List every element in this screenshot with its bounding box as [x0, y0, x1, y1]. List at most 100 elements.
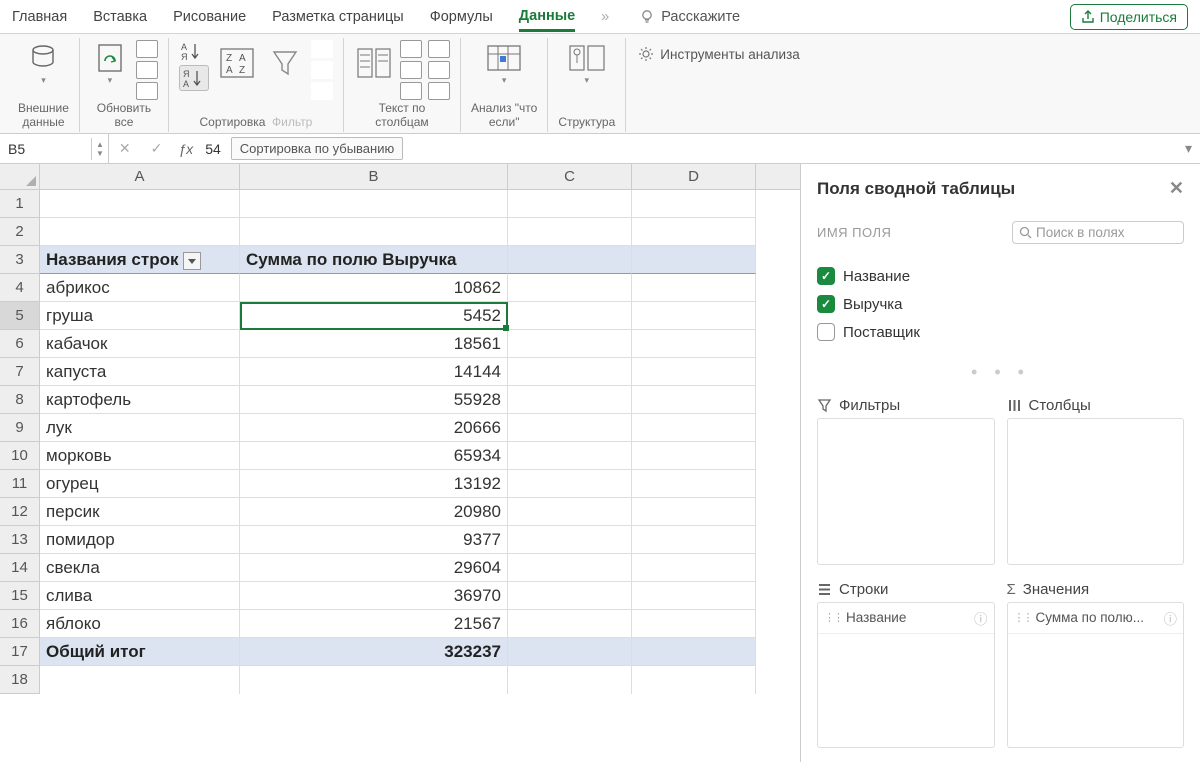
- cell[interactable]: [508, 358, 632, 386]
- tab-data[interactable]: Данные: [519, 2, 575, 32]
- row-header[interactable]: 6: [0, 330, 40, 358]
- datatools-small[interactable]: [400, 40, 422, 100]
- pivot-row-label[interactable]: помидор: [40, 526, 240, 554]
- checkbox-icon[interactable]: ✓: [817, 267, 835, 285]
- pivot-row-value[interactable]: 5452: [240, 302, 508, 330]
- pivot-row-label[interactable]: яблоко: [40, 610, 240, 638]
- row-header[interactable]: 13: [0, 526, 40, 554]
- cell[interactable]: [508, 470, 632, 498]
- rows-dropzone[interactable]: ⋮⋮Названиеⓘ: [817, 602, 995, 749]
- cell[interactable]: [632, 470, 756, 498]
- pivot-total-value[interactable]: 323237: [240, 638, 508, 666]
- pivot-row-label[interactable]: капуста: [40, 358, 240, 386]
- pivot-row-value[interactable]: 20666: [240, 414, 508, 442]
- field-item[interactable]: ✓Выручка: [817, 290, 1184, 318]
- text-to-columns-button[interactable]: [354, 40, 394, 86]
- row-header[interactable]: 17: [0, 638, 40, 666]
- info-icon[interactable]: ⓘ: [1164, 608, 1178, 628]
- values-dropzone[interactable]: ⋮⋮Сумма по полю...ⓘ: [1007, 602, 1185, 749]
- panel-drag-handle[interactable]: • • •: [817, 346, 1184, 393]
- row-header[interactable]: 9: [0, 414, 40, 442]
- fx-cancel-icon[interactable]: ✕: [109, 140, 141, 157]
- datatools-small2[interactable]: [428, 40, 450, 100]
- tell-me[interactable]: Расскажите: [639, 9, 740, 25]
- pivot-row-value[interactable]: 21567: [240, 610, 508, 638]
- checkbox-icon[interactable]: ✓: [817, 295, 835, 313]
- formula-bar-expand-icon[interactable]: ▾: [1177, 140, 1200, 157]
- rows-area[interactable]: Строки ⋮⋮Названиеⓘ: [817, 577, 995, 749]
- cell[interactable]: [632, 358, 756, 386]
- fx-icon[interactable]: ƒx: [172, 141, 199, 157]
- row-header[interactable]: 5: [0, 302, 40, 330]
- pivot-row-value[interactable]: 14144: [240, 358, 508, 386]
- pivot-row-label[interactable]: огурец: [40, 470, 240, 498]
- cell[interactable]: [508, 554, 632, 582]
- row-header[interactable]: 14: [0, 554, 40, 582]
- pivot-row-label[interactable]: кабачок: [40, 330, 240, 358]
- pivot-row-label[interactable]: персик: [40, 498, 240, 526]
- spreadsheet[interactable]: A B C D 1 2 3 Названия строк Сумма по по…: [0, 164, 800, 762]
- cell[interactable]: [632, 498, 756, 526]
- cells-area[interactable]: 1 2 3 Названия строк Сумма по полю Выруч…: [0, 190, 800, 694]
- row-header[interactable]: 2: [0, 218, 40, 246]
- pivot-value-header[interactable]: Сумма по полю Выручка: [240, 246, 508, 274]
- row-header[interactable]: 3: [0, 246, 40, 274]
- row-header[interactable]: 16: [0, 610, 40, 638]
- pivot-row-value[interactable]: 65934: [240, 442, 508, 470]
- fx-accept-icon[interactable]: ✓: [141, 140, 173, 157]
- analysis-tools-button[interactable]: Инструменты анализа: [636, 40, 802, 68]
- row-header[interactable]: 1: [0, 190, 40, 218]
- row-header[interactable]: 10: [0, 442, 40, 470]
- col-header-b[interactable]: B: [240, 164, 508, 189]
- pivot-row-label[interactable]: свекла: [40, 554, 240, 582]
- filter-extras[interactable]: [311, 40, 333, 100]
- cell[interactable]: [632, 274, 756, 302]
- field-item[interactable]: Поставщик: [817, 318, 1184, 346]
- area-item[interactable]: ⋮⋮Названиеⓘ: [818, 603, 994, 634]
- pivot-row-label[interactable]: картофель: [40, 386, 240, 414]
- info-icon[interactable]: ⓘ: [974, 608, 988, 628]
- tab-home[interactable]: Главная: [12, 3, 67, 31]
- col-header-a[interactable]: A: [40, 164, 240, 189]
- connections-small[interactable]: [136, 40, 158, 100]
- columns-dropzone[interactable]: [1007, 418, 1185, 565]
- pivot-row-value[interactable]: 20980: [240, 498, 508, 526]
- refresh-all-button[interactable]: ▾: [90, 40, 130, 86]
- row-header[interactable]: 7: [0, 358, 40, 386]
- cell[interactable]: [632, 386, 756, 414]
- area-item[interactable]: ⋮⋮Сумма по полю...ⓘ: [1008, 603, 1184, 634]
- panel-close-icon[interactable]: ✕: [1169, 178, 1184, 199]
- row-header[interactable]: 12: [0, 498, 40, 526]
- cell[interactable]: [508, 330, 632, 358]
- cell[interactable]: [508, 498, 632, 526]
- cell[interactable]: [508, 526, 632, 554]
- sort-asc-button[interactable]: АЯ: [179, 40, 209, 62]
- cell[interactable]: [632, 610, 756, 638]
- cell[interactable]: [508, 386, 632, 414]
- pivot-row-value[interactable]: 9377: [240, 526, 508, 554]
- filters-dropzone[interactable]: [817, 418, 995, 565]
- row-header[interactable]: 18: [0, 666, 40, 694]
- cell[interactable]: [508, 302, 632, 330]
- select-all-corner[interactable]: [0, 164, 40, 189]
- row-header[interactable]: 11: [0, 470, 40, 498]
- pivot-row-label[interactable]: морковь: [40, 442, 240, 470]
- sort-dialog-button[interactable]: ZAAZ: [215, 40, 259, 86]
- col-header-c[interactable]: C: [508, 164, 632, 189]
- more-tabs-icon[interactable]: »: [601, 9, 609, 25]
- pivot-row-value[interactable]: 36970: [240, 582, 508, 610]
- row-header[interactable]: 8: [0, 386, 40, 414]
- name-box-stepper[interactable]: ▲▼: [92, 134, 109, 163]
- tab-draw[interactable]: Рисование: [173, 3, 246, 31]
- checkbox-icon[interactable]: [817, 323, 835, 341]
- cell[interactable]: [508, 274, 632, 302]
- share-button[interactable]: Поделиться: [1070, 4, 1188, 30]
- filters-area[interactable]: Фильтры: [817, 393, 995, 565]
- values-area[interactable]: ΣЗначения ⋮⋮Сумма по полю...ⓘ: [1007, 577, 1185, 749]
- filter-button[interactable]: [265, 40, 305, 86]
- cell[interactable]: [632, 554, 756, 582]
- row-header[interactable]: 15: [0, 582, 40, 610]
- columns-area[interactable]: Столбцы: [1007, 393, 1185, 565]
- cell[interactable]: [632, 582, 756, 610]
- col-header-d[interactable]: D: [632, 164, 756, 189]
